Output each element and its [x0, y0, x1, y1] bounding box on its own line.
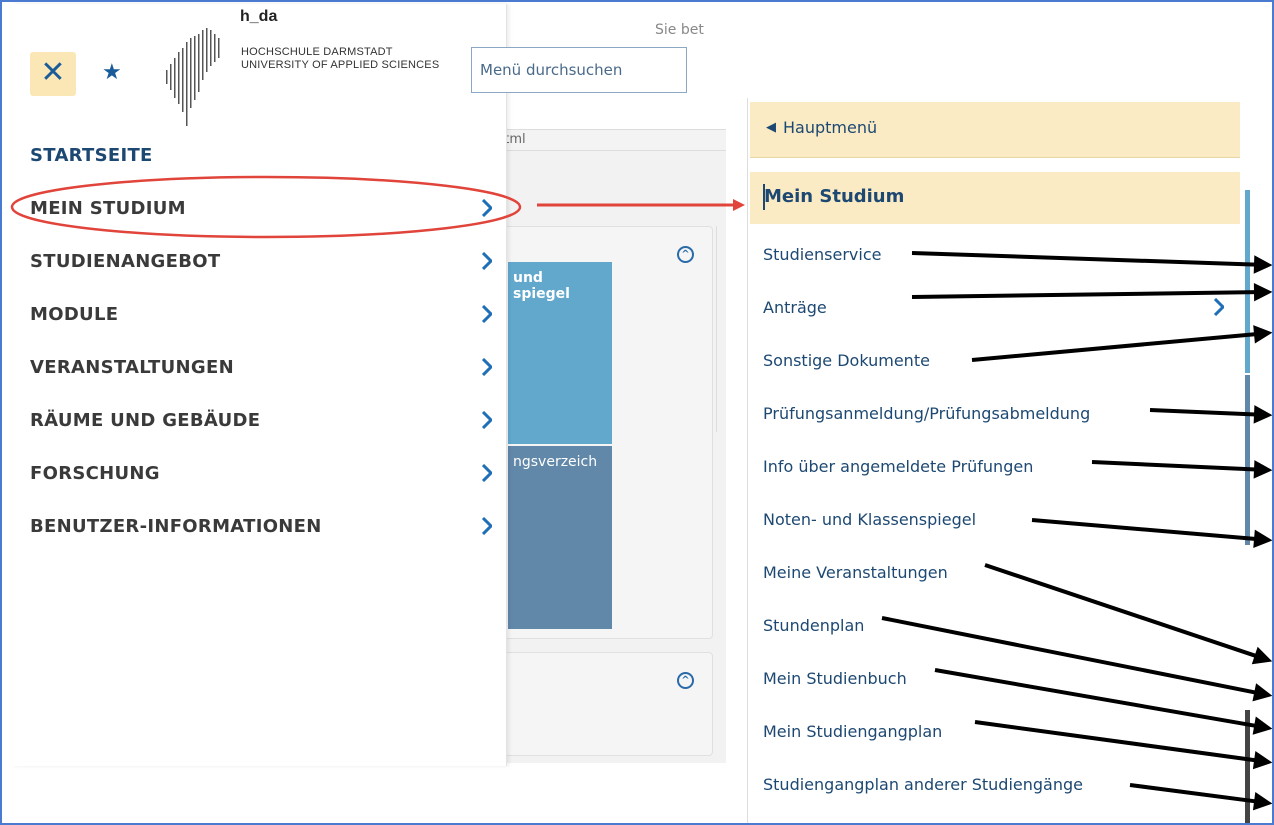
submenu-item-label: Info über angemeldete Prüfungen	[763, 457, 1034, 476]
logo-mark-icon	[166, 28, 220, 126]
main-menu-item[interactable]: MEIN STUDIUM	[12, 182, 507, 235]
back-label: Hauptmenü	[783, 118, 878, 137]
main-menu-item-label: BENUTZER-INFORMATIONEN	[30, 516, 322, 537]
submenu-title: Mein Studium	[764, 186, 905, 207]
chevron-right-icon	[482, 305, 492, 323]
collapse-up-icon[interactable]: ^	[677, 246, 694, 263]
submenu-item-label: Studienservice	[763, 245, 882, 264]
main-menu-item-label: STARTSEITE	[30, 145, 153, 166]
favorite-star-icon[interactable]: ★	[102, 60, 122, 85]
background-url-bar: html	[490, 129, 726, 151]
submenu-item[interactable]: Meine Veranstaltungen	[748, 546, 1238, 599]
main-menu-item-label: MODULE	[30, 304, 119, 325]
submenu-item[interactable]: Mein Studienbuch	[748, 652, 1238, 705]
submenu-item[interactable]: Info über angemeldete Prüfungen	[748, 440, 1238, 493]
chevron-left-icon: ◀	[766, 120, 776, 135]
annotation-arrowhead	[1252, 683, 1273, 702]
background-tile[interactable]: ngsverzeich	[508, 446, 612, 629]
main-menu-item-label: STUDIENANGEBOT	[30, 251, 221, 272]
submenu-item[interactable]: Sonstige Dokumente	[748, 334, 1238, 387]
main-menu-item[interactable]: STUDIENANGEBOT	[12, 235, 507, 288]
logo-title: h_da	[240, 8, 278, 25]
main-menu-item-label: FORSCHUNG	[30, 463, 160, 484]
main-menu-item-label: VERANSTALTUNGEN	[30, 357, 234, 378]
chevron-right-icon	[482, 464, 492, 482]
submenu-item-label: Studiengangplan anderer Studiengänge	[763, 775, 1083, 794]
main-menu-item-label: RÄUME UND GEBÄUDE	[30, 410, 261, 431]
submenu-item[interactable]: Studienservice	[748, 228, 1238, 281]
submenu-item-label: Mein Studienbuch	[763, 669, 907, 688]
chevron-right-icon	[482, 517, 492, 535]
annotation-arrowhead	[1253, 529, 1273, 549]
main-menu-item[interactable]: RÄUME UND GEBÄUDE	[12, 394, 507, 447]
main-menu-item[interactable]: VERANSTALTUNGEN	[12, 341, 507, 394]
chevron-right-icon	[1214, 298, 1224, 316]
annotation-arrowhead	[1253, 460, 1273, 479]
annotation-arrowhead	[1253, 405, 1273, 424]
annotation-arrowhead	[1252, 750, 1273, 770]
main-menu-list: STARTSEITE MEIN STUDIUM STUDIENANGEBOT MODU…	[12, 129, 507, 553]
submenu-item[interactable]: Noten- und Klassenspiegel	[748, 493, 1238, 546]
logo: h_da HOCHSCHULE DARMSTADT UNIVERSITY OF …	[164, 8, 464, 126]
chevron-right-icon	[482, 252, 492, 270]
submenu-item[interactable]: Mein Studiengangplan	[748, 705, 1238, 758]
main-menu-item[interactable]: FORSCHUNG	[12, 447, 507, 500]
back-to-main-menu-button[interactable]: ◀ Hauptmenü	[750, 102, 1240, 158]
annotation-arrowhead	[1251, 646, 1273, 665]
close-menu-button[interactable]: ✕	[30, 52, 76, 96]
submenu-title-bar: Mein Studium	[750, 172, 1240, 224]
chevron-right-icon	[482, 199, 492, 217]
annotation-arrowhead	[1253, 325, 1273, 344]
submenu-item-label: Mein Studiengangplan	[763, 722, 943, 741]
background-tile[interactable]: und spiegel	[508, 262, 612, 444]
submenu-list: Studienservice Anträge Sonstige Dokumente P…	[748, 228, 1238, 811]
main-menu-item-label: MEIN STUDIUM	[30, 198, 186, 219]
submenu-item[interactable]: Anträge	[748, 281, 1238, 334]
annotation-arrowhead	[1252, 792, 1273, 811]
submenu-item-label: Anträge	[763, 298, 827, 317]
background-card-edge	[716, 226, 726, 432]
close-icon: ✕	[40, 55, 66, 90]
chevron-right-icon	[482, 358, 492, 376]
submenu-item[interactable]: Prüfungsanmeldung/Prüfungsabmeldung	[748, 387, 1238, 440]
main-menu-item[interactable]: MODULE	[12, 288, 507, 341]
collapse-up-icon[interactable]: ^	[677, 672, 694, 689]
annotation-arrowhead	[733, 199, 745, 211]
logo-subtitle: UNIVERSITY OF APPLIED SCIENCES	[241, 59, 440, 71]
main-menu-item[interactable]: STARTSEITE	[12, 129, 507, 182]
logo-subtitle: HOCHSCHULE DARMSTADT	[241, 46, 393, 58]
menu-search-input[interactable]	[471, 47, 687, 93]
background-status-text: Sie bet	[655, 22, 704, 38]
submenu-panel: ◀ Hauptmenü Mein Studium Studienservice A…	[747, 98, 1245, 825]
chevron-right-icon	[482, 411, 492, 429]
annotation-arrowhead	[1253, 282, 1273, 302]
main-menu-item[interactable]: BENUTZER-INFORMATIONEN	[12, 500, 507, 553]
submenu-item-label: Noten- und Klassenspiegel	[763, 510, 977, 529]
submenu-item-label: Sonstige Dokumente	[763, 351, 930, 370]
submenu-item-label: Meine Veranstaltungen	[763, 563, 948, 582]
main-menu-panel: ✕ ★ h_da HOCHSCHULE DARMSTADT UNIVERSITY…	[12, 4, 507, 766]
submenu-item-label: Stundenplan	[763, 616, 865, 635]
annotation-arrowhead	[1253, 255, 1273, 274]
submenu-item-label: Prüfungsanmeldung/Prüfungsabmeldung	[763, 404, 1091, 423]
annotation-arrowhead	[1252, 716, 1273, 735]
submenu-item[interactable]: Stundenplan	[748, 599, 1238, 652]
submenu-item[interactable]: Studiengangplan anderer Studiengänge	[748, 758, 1238, 811]
background-card	[495, 652, 713, 756]
